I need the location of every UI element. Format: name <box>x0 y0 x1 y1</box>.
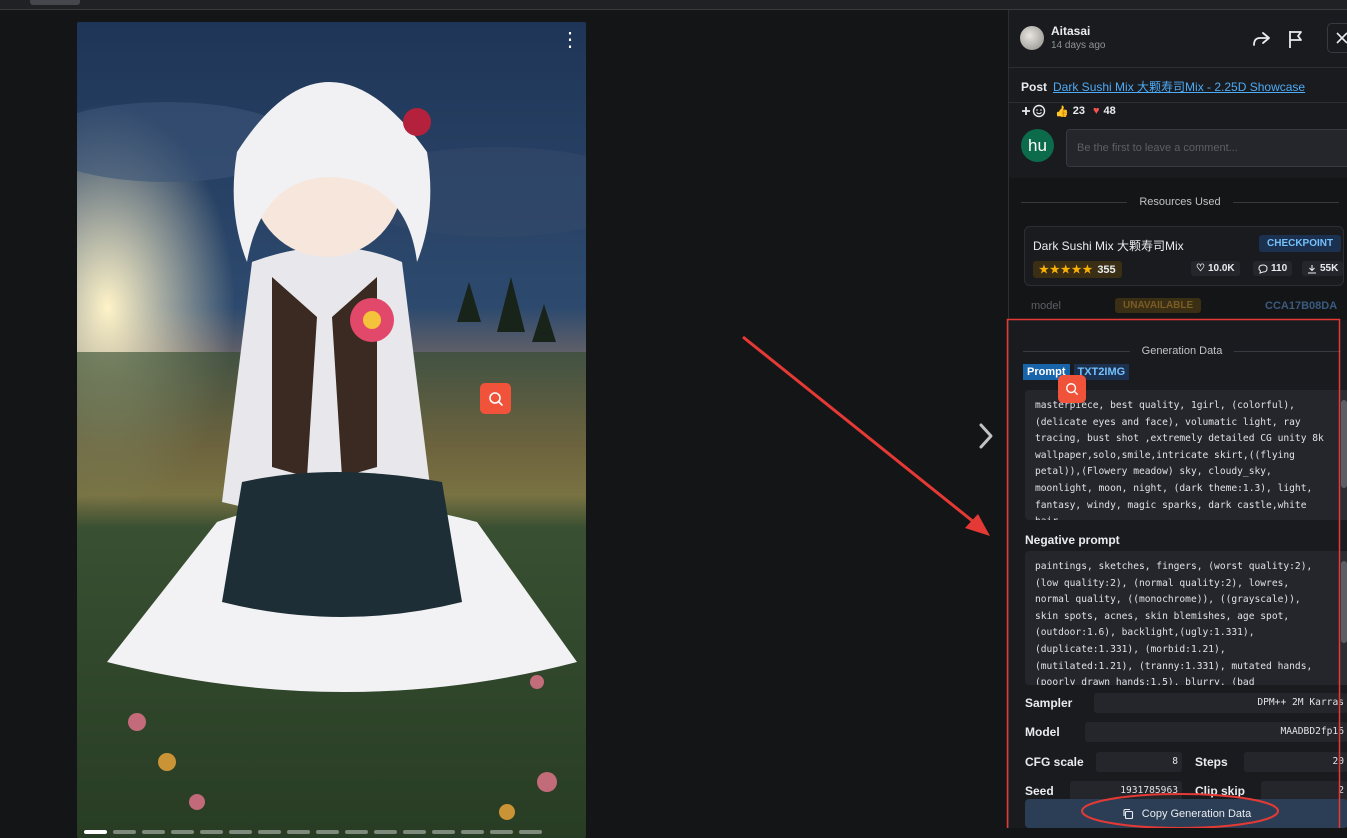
close-icon <box>1336 32 1347 44</box>
heart-count: 48 <box>1103 105 1116 117</box>
unavailable-badge: UNAVAILABLE <box>1115 298 1202 313</box>
browser-top-strip <box>0 0 1347 10</box>
rating-badge: ★★★★★ 355 <box>1033 261 1122 278</box>
carousel-dot[interactable] <box>490 830 513 834</box>
downloads-stat: 55K <box>1302 261 1344 276</box>
copy-button-label: Copy Generation Data <box>1141 807 1252 820</box>
carousel-dot[interactable] <box>229 830 252 834</box>
carousel-dot[interactable] <box>316 830 339 834</box>
model-value: MAADBD2fp16 <box>1085 722 1347 742</box>
carousel-dot[interactable] <box>374 830 397 834</box>
copy-generation-data-button[interactable]: Copy Generation Data <box>1025 799 1347 828</box>
carousel-dot[interactable] <box>345 830 368 834</box>
share-icon[interactable] <box>1250 28 1272 50</box>
carousel-dot[interactable] <box>403 830 426 834</box>
steps-value: 20 <box>1244 752 1347 772</box>
heart-icon: ♥ <box>1092 105 1100 117</box>
carousel-dot[interactable] <box>461 830 484 834</box>
clip-skip-label: Clip skip <box>1195 784 1246 798</box>
comments-stat: 110 <box>1253 261 1293 276</box>
model-label: Model <box>1025 725 1060 739</box>
divider <box>1009 102 1347 103</box>
prompt-text[interactable]: masterpiece, best quality, 1girl, (color… <box>1025 390 1347 520</box>
download-icon <box>1308 264 1316 274</box>
resource-type-badge: CHECKPOINT <box>1259 235 1342 252</box>
clip-skip-value: 2 <box>1261 781 1347 801</box>
star-rating-icon: ★★★★★ <box>1039 264 1094 276</box>
sampler-label: Sampler <box>1025 696 1073 710</box>
chevron-right-icon <box>979 423 993 449</box>
comments-count: 110 <box>1271 263 1288 274</box>
carousel-dot[interactable] <box>84 830 107 834</box>
carousel-dot[interactable] <box>200 830 223 834</box>
more-options-icon[interactable]: ⋮ <box>560 28 580 52</box>
user-avatar: hu <box>1021 129 1054 162</box>
add-emoji-icon <box>1022 104 1046 118</box>
carousel-dot[interactable] <box>287 830 310 834</box>
comment-input[interactable]: Be the first to leave a comment... <box>1066 129 1347 167</box>
search-icon <box>1066 383 1078 395</box>
rating-count: 355 <box>1097 263 1116 276</box>
negative-prompt-label: Negative prompt <box>1025 533 1120 547</box>
generation-heading: Generation Data <box>1023 345 1341 357</box>
comment-icon <box>1258 263 1268 274</box>
seed-value: 1931785963 <box>1070 781 1182 801</box>
cfg-scale-label: CFG scale <box>1025 755 1084 769</box>
seed-label: Seed <box>1025 784 1054 798</box>
negative-prompt-text[interactable]: paintings, sketches, fingers, (worst qua… <box>1025 551 1347 685</box>
thumbs-up-icon: 👍 <box>1055 105 1069 118</box>
copy-icon <box>1123 808 1133 819</box>
thumbs-up-reaction[interactable]: 👍 23 <box>1055 105 1085 118</box>
showcase-image <box>77 22 586 838</box>
model-hash: CCA17B08DA <box>1265 300 1338 312</box>
resource-name[interactable]: Dark Sushi Mix 大颗寿司Mix <box>1033 237 1184 254</box>
add-reaction-button[interactable] <box>1021 104 1047 118</box>
sampler-value: DPM++ 2M Karras <box>1094 693 1347 713</box>
author-name[interactable]: Aitasai <box>1051 24 1090 38</box>
likes-count: 10.0K <box>1207 263 1235 274</box>
carousel-dot[interactable] <box>258 830 281 834</box>
carousel-dot[interactable] <box>171 830 194 834</box>
prompt-scrollbar[interactable] <box>1340 390 1347 520</box>
downloads-count: 55K <box>1320 263 1339 274</box>
post-time: 14 days ago <box>1051 40 1106 51</box>
carousel-dot[interactable] <box>142 830 165 834</box>
negative-prompt-scrollbar[interactable] <box>1340 551 1347 685</box>
image-viewer: ⋮ <box>0 10 1008 838</box>
post-title-link[interactable]: Dark Sushi Mix 大颗寿司Mix - 2.25D Showcase <box>1053 80 1305 94</box>
flag-icon[interactable] <box>1285 28 1307 50</box>
post-label: Post <box>1021 80 1048 94</box>
author-avatar[interactable] <box>1020 26 1044 50</box>
heart-reaction[interactable]: ♥ 48 <box>1093 105 1116 117</box>
next-image-button[interactable] <box>972 418 1000 454</box>
close-button[interactable] <box>1327 23 1347 53</box>
carousel-indicators <box>84 830 542 834</box>
carousel-dot[interactable] <box>519 830 542 834</box>
image-search-button-overlay[interactable] <box>1058 375 1086 403</box>
search-icon <box>488 391 503 406</box>
image-search-button[interactable] <box>480 383 511 414</box>
carousel-dot[interactable] <box>113 830 136 834</box>
cfg-scale-value: 8 <box>1096 752 1182 772</box>
resource-card[interactable]: Dark Sushi Mix 大颗寿司Mix CHECKPOINT ★★★★★ 3… <box>1024 226 1344 286</box>
heart-outline-icon: ♡ <box>1196 263 1205 274</box>
reactions-bar: 👍 23 ♥ 48 <box>1021 104 1116 118</box>
panel-header: Aitasai 14 days ago <box>1009 10 1347 68</box>
resources-heading: Resources Used <box>1021 196 1340 208</box>
browser-tab[interactable] <box>30 0 80 5</box>
carousel-dot[interactable] <box>432 830 455 834</box>
resources-heading-text: Resources Used <box>1139 196 1221 208</box>
model-type-label: model <box>1031 300 1061 312</box>
steps-label: Steps <box>1195 755 1228 769</box>
generation-heading-text: Generation Data <box>1141 345 1223 357</box>
thumbs-up-count: 23 <box>1072 105 1085 117</box>
details-panel: Aitasai 14 days ago Post Dark Sushi Mix 大… <box>1008 10 1347 828</box>
post-link-row: Post Dark Sushi Mix 大颗寿司Mix - 2.25D Showc… <box>1021 78 1305 95</box>
likes-stat: ♡ 10.0K <box>1191 261 1240 276</box>
